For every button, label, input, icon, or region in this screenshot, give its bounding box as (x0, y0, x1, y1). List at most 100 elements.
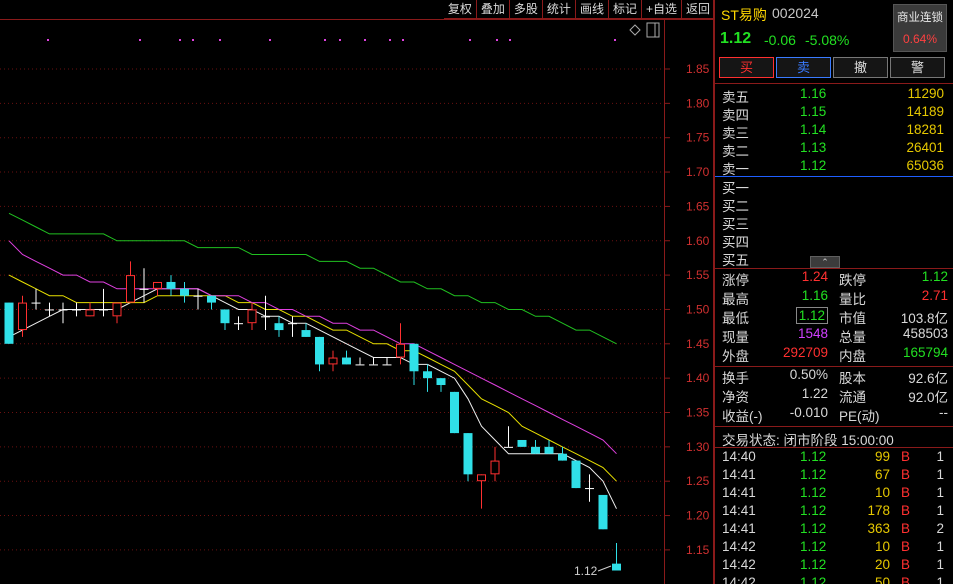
price-tick-label: 1.25 (686, 474, 710, 488)
candle (153, 281, 162, 296)
bid-row[interactable]: 买一 (715, 177, 953, 196)
bid-label: 买三 (722, 217, 749, 232)
tick-volume: 50 (874, 575, 890, 584)
toolbar-draw-line-button[interactable]: 画线 (574, 0, 608, 19)
candle-body (423, 371, 432, 379)
tick-direction: B (901, 449, 911, 464)
stat-label: 最低 (722, 311, 749, 326)
ask-row[interactable]: 卖五 1.16 11290 (715, 86, 953, 105)
tick-volume: 178 (867, 503, 890, 518)
tick-row: 14:42 1.12 20 B 1 (715, 557, 953, 575)
bid-label: 买五 (722, 253, 749, 268)
candle (436, 378, 446, 392)
tick-price: 1.12 (800, 485, 827, 500)
price-tick-label: 1.70 (686, 165, 710, 179)
stat-value: 103.8亿 (900, 311, 948, 326)
diamond-icon[interactable] (629, 24, 641, 36)
toolbar-restore-rights-button[interactable]: 复权 (443, 0, 476, 19)
stat-value: 1548 (797, 326, 828, 341)
tick-volume: 10 (874, 485, 890, 500)
candle (328, 350, 338, 372)
toolbar-multi-stock-button[interactable]: 多股 (508, 0, 542, 19)
stat-label: 股本 (839, 371, 866, 386)
tick-time: 14:42 (722, 575, 756, 584)
candle-body (301, 330, 311, 337)
sector-badge[interactable]: 商业连锁 0.64% (893, 4, 947, 52)
panel-toggle-icon[interactable] (646, 22, 660, 38)
tick-count: 1 (936, 485, 944, 500)
bid-row[interactable]: 买四 (715, 231, 953, 250)
candle (598, 494, 608, 530)
stat-row: 现量 1548 总量 458503 (715, 326, 953, 345)
candle-body (45, 309, 54, 311)
divider (715, 426, 953, 427)
alert-button[interactable]: 警 (890, 57, 945, 78)
event-marker (269, 39, 271, 41)
tick-count: 1 (936, 449, 944, 464)
candlestick-chart[interactable]: 1.85 1.80 1.75 1.70 1.65 1.60 1.55 1.50 1.45 1.40… (0, 20, 713, 584)
candle-body (99, 309, 108, 311)
toolbar-back-button[interactable]: 返回 (680, 0, 714, 19)
candles (4, 261, 621, 571)
ask-row[interactable]: 卖一 1.12 65036 (715, 158, 953, 177)
last-price-label: 1.12 (574, 564, 598, 578)
buy-button[interactable]: 买 (719, 57, 774, 78)
candle-body (4, 302, 14, 344)
price-change-percent: -5.08% (805, 32, 850, 48)
candle-body (369, 364, 378, 366)
toolbar-mark-button[interactable]: 标记 (607, 0, 641, 19)
price-tick-label: 1.55 (686, 268, 710, 282)
candle-body (396, 343, 405, 358)
candle (31, 288, 41, 310)
stat-label: 量比 (839, 292, 866, 307)
ask-volume: 65036 (906, 158, 944, 173)
stat-value: 2.71 (921, 288, 948, 303)
tick-price: 1.12 (800, 467, 827, 482)
ask-row[interactable]: 卖三 1.14 18281 (715, 122, 953, 141)
event-marker (219, 39, 221, 41)
kline-chart-area[interactable]: 复权 叠加 多股 统计 画线 标记 +自选 返回 1.85 1.80 1.75 1.7… (0, 0, 714, 584)
stat-label: 最高 (722, 292, 749, 307)
toolbar-add-watchlist-button[interactable]: +自选 (640, 0, 681, 19)
tick-count: 1 (936, 557, 944, 572)
toolbar-overlay-button[interactable]: 叠加 (475, 0, 509, 19)
stat-label: 流通 (839, 390, 866, 405)
candle-body (490, 460, 500, 475)
toolbar-statistics-button[interactable]: 统计 (541, 0, 575, 19)
cancel-order-button[interactable]: 撤 (833, 57, 888, 78)
collapse-order-book-button[interactable]: ⌃ (810, 256, 840, 268)
price-grid (0, 39, 664, 551)
ask-price: 1.15 (800, 104, 827, 119)
last-price-marker: 1.12 (574, 564, 612, 578)
candle-body (382, 364, 392, 366)
candle (396, 323, 405, 365)
price-tick-label: 1.80 (686, 96, 710, 110)
candle-body (328, 357, 338, 365)
stat-row: 涨停 1.24 跌停 1.12 (715, 269, 953, 288)
ask-volume: 11290 (907, 86, 944, 101)
candle (355, 357, 365, 366)
bid-row[interactable]: 买三 (715, 213, 953, 232)
stat-value: 1.22 (801, 386, 828, 401)
candle-body (585, 488, 594, 490)
stat-value: 165794 (902, 345, 948, 360)
tick-price: 1.12 (800, 575, 827, 584)
candle-body (261, 316, 270, 318)
ask-row[interactable]: 卖二 1.13 26401 (715, 140, 953, 159)
ask-label: 卖四 (722, 108, 749, 123)
candle-body (139, 288, 149, 290)
candle (382, 357, 392, 366)
tick-row: 14:41 1.12 10 B 1 (715, 485, 953, 503)
candle (571, 460, 581, 489)
candle-body (558, 453, 567, 461)
event-marker (509, 39, 511, 41)
ask-label: 卖三 (722, 126, 749, 141)
chart-toolbar: 复权 叠加 多股 统计 画线 标记 +自选 返回 (443, 0, 714, 19)
price-tick-label: 1.85 (686, 62, 710, 76)
tick-volume: 363 (867, 521, 890, 536)
ask-row[interactable]: 卖四 1.15 14189 (715, 104, 953, 123)
stat-value: 0.50% (789, 367, 828, 382)
sell-button[interactable]: 卖 (776, 57, 831, 78)
bid-row[interactable]: 买二 (715, 195, 953, 214)
price-tick-label: 1.20 (686, 509, 710, 523)
